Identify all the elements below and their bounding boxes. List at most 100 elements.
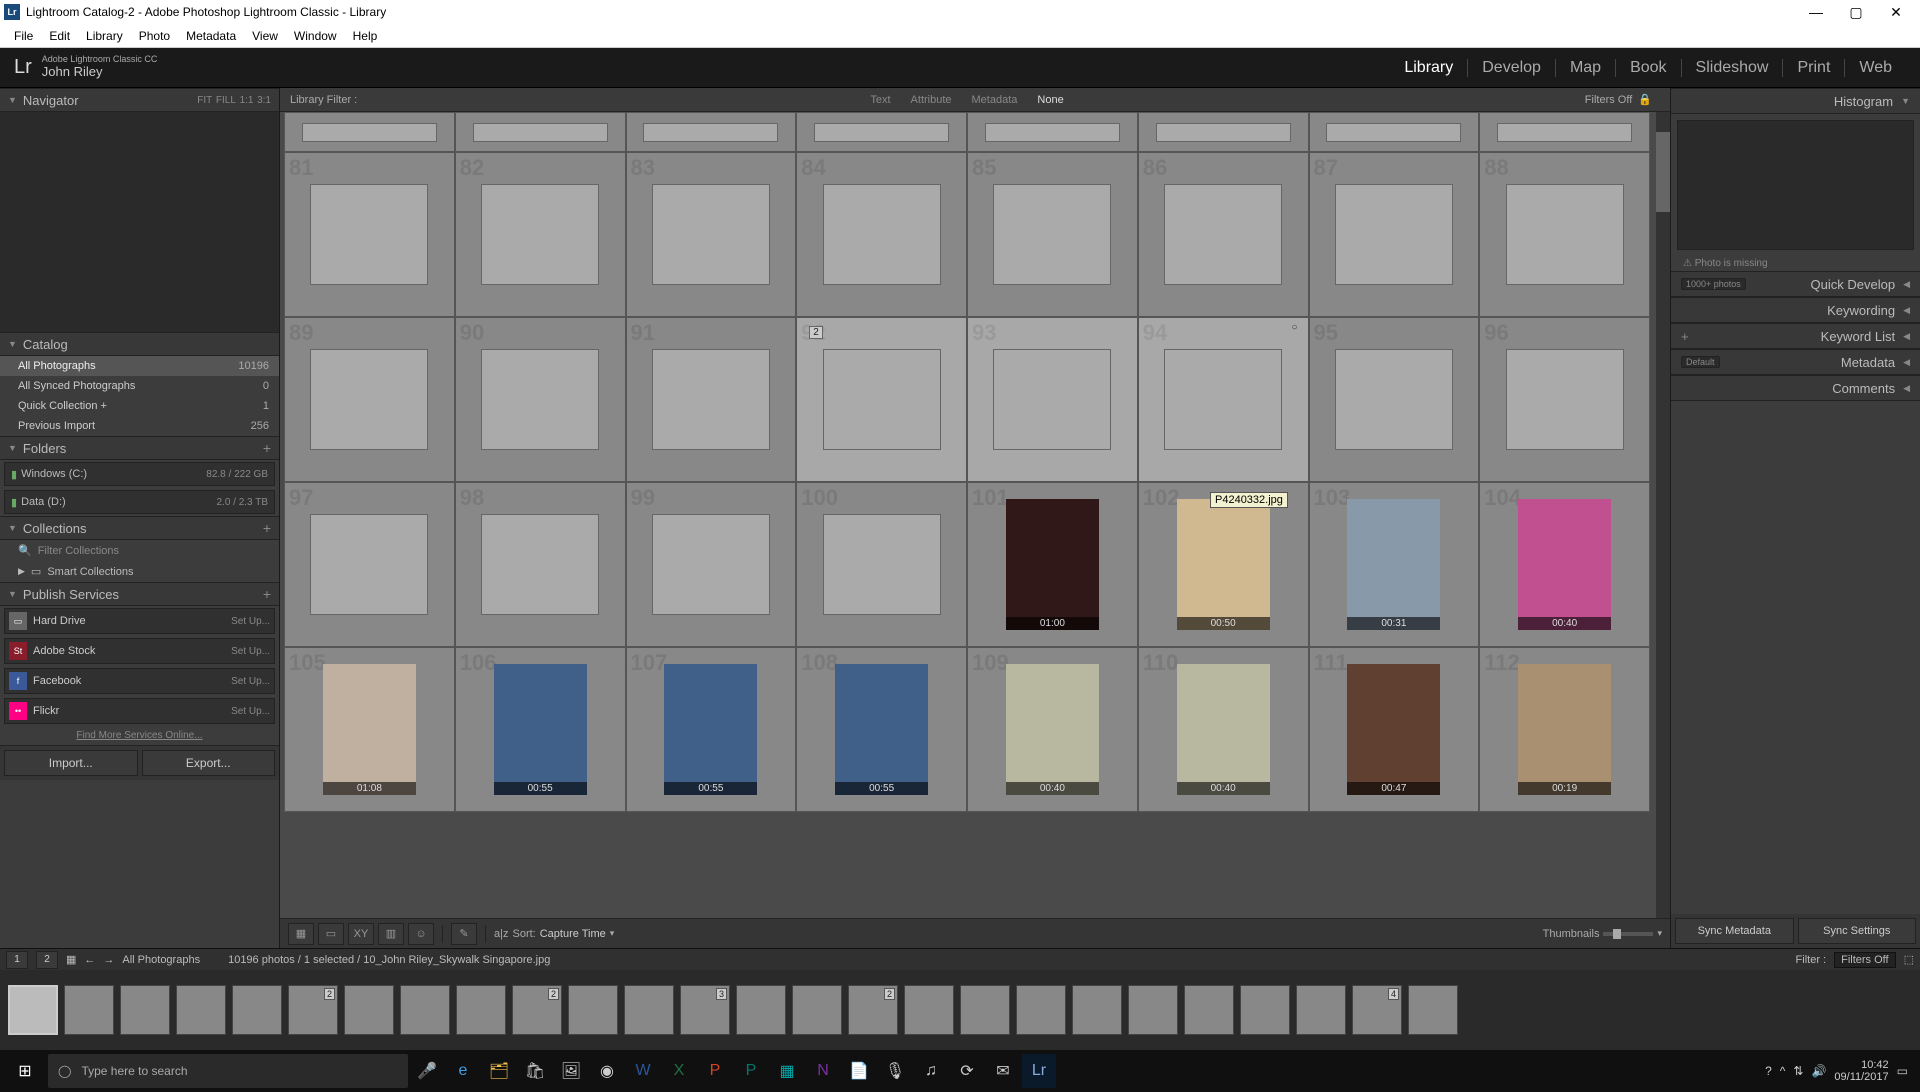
grid-cell[interactable] xyxy=(455,112,626,152)
notepad-icon[interactable]: 📄 xyxy=(842,1054,876,1088)
grid-cell[interactable]: 99 xyxy=(626,482,797,647)
publish-add-icon[interactable]: + xyxy=(263,586,271,602)
nav-ratio-fill[interactable]: FILL xyxy=(216,95,236,106)
catalog-header[interactable]: ▼ Catalog xyxy=(0,332,279,356)
filmstrip-thumb[interactable]: 2 xyxy=(848,985,898,1035)
module-library[interactable]: Library xyxy=(1390,59,1467,77)
word-icon[interactable]: W xyxy=(626,1054,660,1088)
publisher-icon[interactable]: P xyxy=(734,1054,768,1088)
module-develop[interactable]: Develop xyxy=(1467,59,1555,77)
grid-cell[interactable]: 10900:40 xyxy=(967,647,1138,812)
smart-collections[interactable]: ▶ ▭ Smart Collections xyxy=(0,561,279,582)
grid-cell[interactable]: 10300:31 xyxy=(1309,482,1480,647)
filter-attribute[interactable]: Attribute xyxy=(901,94,962,106)
module-print[interactable]: Print xyxy=(1782,59,1844,77)
grid-cell[interactable] xyxy=(967,112,1138,152)
filmstrip-thumb[interactable] xyxy=(344,985,394,1035)
start-button[interactable]: ⊞ xyxy=(4,1050,46,1092)
filmstrip-thumb[interactable] xyxy=(232,985,282,1035)
filmstrip-thumb[interactable] xyxy=(1184,985,1234,1035)
filmstrip-thumb[interactable] xyxy=(960,985,1010,1035)
grid-cell[interactable] xyxy=(284,112,455,152)
filmstrip-thumb[interactable]: 2 xyxy=(288,985,338,1035)
primary-display-button[interactable]: 1 xyxy=(6,951,28,969)
publish-facebook[interactable]: f Facebook Set Up... xyxy=(4,668,275,694)
mail-icon[interactable]: ✉ xyxy=(986,1054,1020,1088)
grid-cell[interactable]: 10600:55 xyxy=(455,647,626,812)
grid-cell[interactable]: 95 xyxy=(1309,317,1480,482)
collections-header[interactable]: ▼ Collections + xyxy=(0,516,279,540)
grid-cell[interactable] xyxy=(796,112,967,152)
grid-cell[interactable]: 83 xyxy=(626,152,797,317)
sync-metadata-button[interactable]: Sync Metadata xyxy=(1675,918,1794,944)
keyword-list-header[interactable]: + Keyword List◀ xyxy=(1671,323,1920,349)
module-map[interactable]: Map xyxy=(1555,59,1615,77)
folders-header[interactable]: ▼ Folders + xyxy=(0,436,279,460)
store-icon[interactable]: 🛍 xyxy=(518,1054,552,1088)
steam-icon[interactable]: ⟳ xyxy=(950,1054,984,1088)
close-button[interactable]: ✕ xyxy=(1876,0,1916,24)
filmstrip-thumb[interactable] xyxy=(176,985,226,1035)
grid-cell[interactable] xyxy=(1138,112,1309,152)
folders-add-icon[interactable]: + xyxy=(263,440,271,456)
filmstrip-thumb[interactable] xyxy=(1128,985,1178,1035)
back-icon[interactable]: ← xyxy=(84,954,95,966)
export-button[interactable]: Export... xyxy=(142,750,276,776)
grid-cell[interactable]: 10400:40 xyxy=(1479,482,1650,647)
lightroom-taskbar-icon[interactable]: Lr xyxy=(1022,1054,1056,1088)
excel-icon[interactable]: X xyxy=(662,1054,696,1088)
sort-direction-icon[interactable]: a|z xyxy=(494,928,508,940)
grid-cell[interactable]: 94○ xyxy=(1138,317,1309,482)
navigator-header[interactable]: ▼ Navigator FIT FILL 1:1 3:1 xyxy=(0,88,279,112)
grid-cell[interactable]: 91 xyxy=(626,317,797,482)
filmstrip-thumb[interactable] xyxy=(456,985,506,1035)
grid-icon[interactable]: ▦ xyxy=(66,953,76,966)
explorer-icon[interactable]: 🗂 xyxy=(482,1054,516,1088)
grid-cell[interactable]: 85 xyxy=(967,152,1138,317)
grid-cell[interactable]: 11000:40 xyxy=(1138,647,1309,812)
edge-icon[interactable]: e xyxy=(446,1054,480,1088)
survey-view-button[interactable]: ▥ xyxy=(378,923,404,945)
grid-cell[interactable]: 89 xyxy=(284,317,455,482)
filmstrip-thumb[interactable] xyxy=(624,985,674,1035)
painter-button[interactable]: ✎ xyxy=(451,923,477,945)
grid-cell[interactable]: 10101:00 xyxy=(967,482,1138,647)
maximize-button[interactable]: ▢ xyxy=(1836,0,1876,24)
metadata-header[interactable]: Default Metadata◀ xyxy=(1671,349,1920,375)
filter-none[interactable]: None xyxy=(1027,94,1073,106)
tray-chevron-icon[interactable]: ^ xyxy=(1780,1064,1786,1078)
grid-cell[interactable]: 100 xyxy=(796,482,967,647)
filmstrip[interactable]: 22324 xyxy=(0,970,1920,1050)
grid-cell[interactable]: 84 xyxy=(796,152,967,317)
filter-switch-icon[interactable]: ⬚ xyxy=(1904,953,1914,966)
filmstrip-thumb[interactable] xyxy=(1240,985,1290,1035)
filmstrip-thumb[interactable] xyxy=(904,985,954,1035)
publish-harddrive[interactable]: ▭ Hard Drive Set Up... xyxy=(4,608,275,634)
grid-cell[interactable]: 98 xyxy=(455,482,626,647)
minimize-button[interactable]: — xyxy=(1796,0,1836,24)
notifications-icon[interactable]: ▭ xyxy=(1897,1064,1908,1078)
publish-header[interactable]: ▼ Publish Services + xyxy=(0,582,279,606)
nav-ratio-31[interactable]: 3:1 xyxy=(257,95,271,106)
menu-window[interactable]: Window xyxy=(286,29,345,43)
filmstrip-thumb[interactable] xyxy=(568,985,618,1035)
grid-cell[interactable]: 93 xyxy=(967,317,1138,482)
grid-cell[interactable]: 922 xyxy=(796,317,967,482)
filters-off-select[interactable]: Filters Off xyxy=(1834,952,1895,968)
collections-filter[interactable]: 🔍 Filter Collections xyxy=(0,540,279,561)
import-button[interactable]: Import... xyxy=(4,750,138,776)
quick-develop-header[interactable]: 1000+ photos Quick Develop◀ xyxy=(1671,271,1920,297)
module-slideshow[interactable]: Slideshow xyxy=(1681,59,1783,77)
sort-chevron-icon[interactable]: ▾ xyxy=(610,928,615,939)
catalog-item-synced[interactable]: All Synced Photographs0 xyxy=(0,376,279,396)
filter-text[interactable]: Text xyxy=(860,94,900,106)
secondary-display-button[interactable]: 2 xyxy=(36,951,58,969)
filmstrip-thumb[interactable] xyxy=(64,985,114,1035)
drive-c[interactable]: ▮ Windows (C:)82.8 / 222 GB xyxy=(4,462,275,486)
help-icon[interactable]: ? xyxy=(1765,1064,1772,1078)
breadcrumb[interactable]: All Photographs xyxy=(122,954,200,966)
grid-cell[interactable]: 11200:19 xyxy=(1479,647,1650,812)
module-book[interactable]: Book xyxy=(1615,59,1680,77)
filmstrip-thumb[interactable] xyxy=(736,985,786,1035)
chrome-icon[interactable]: ◉ xyxy=(590,1054,624,1088)
